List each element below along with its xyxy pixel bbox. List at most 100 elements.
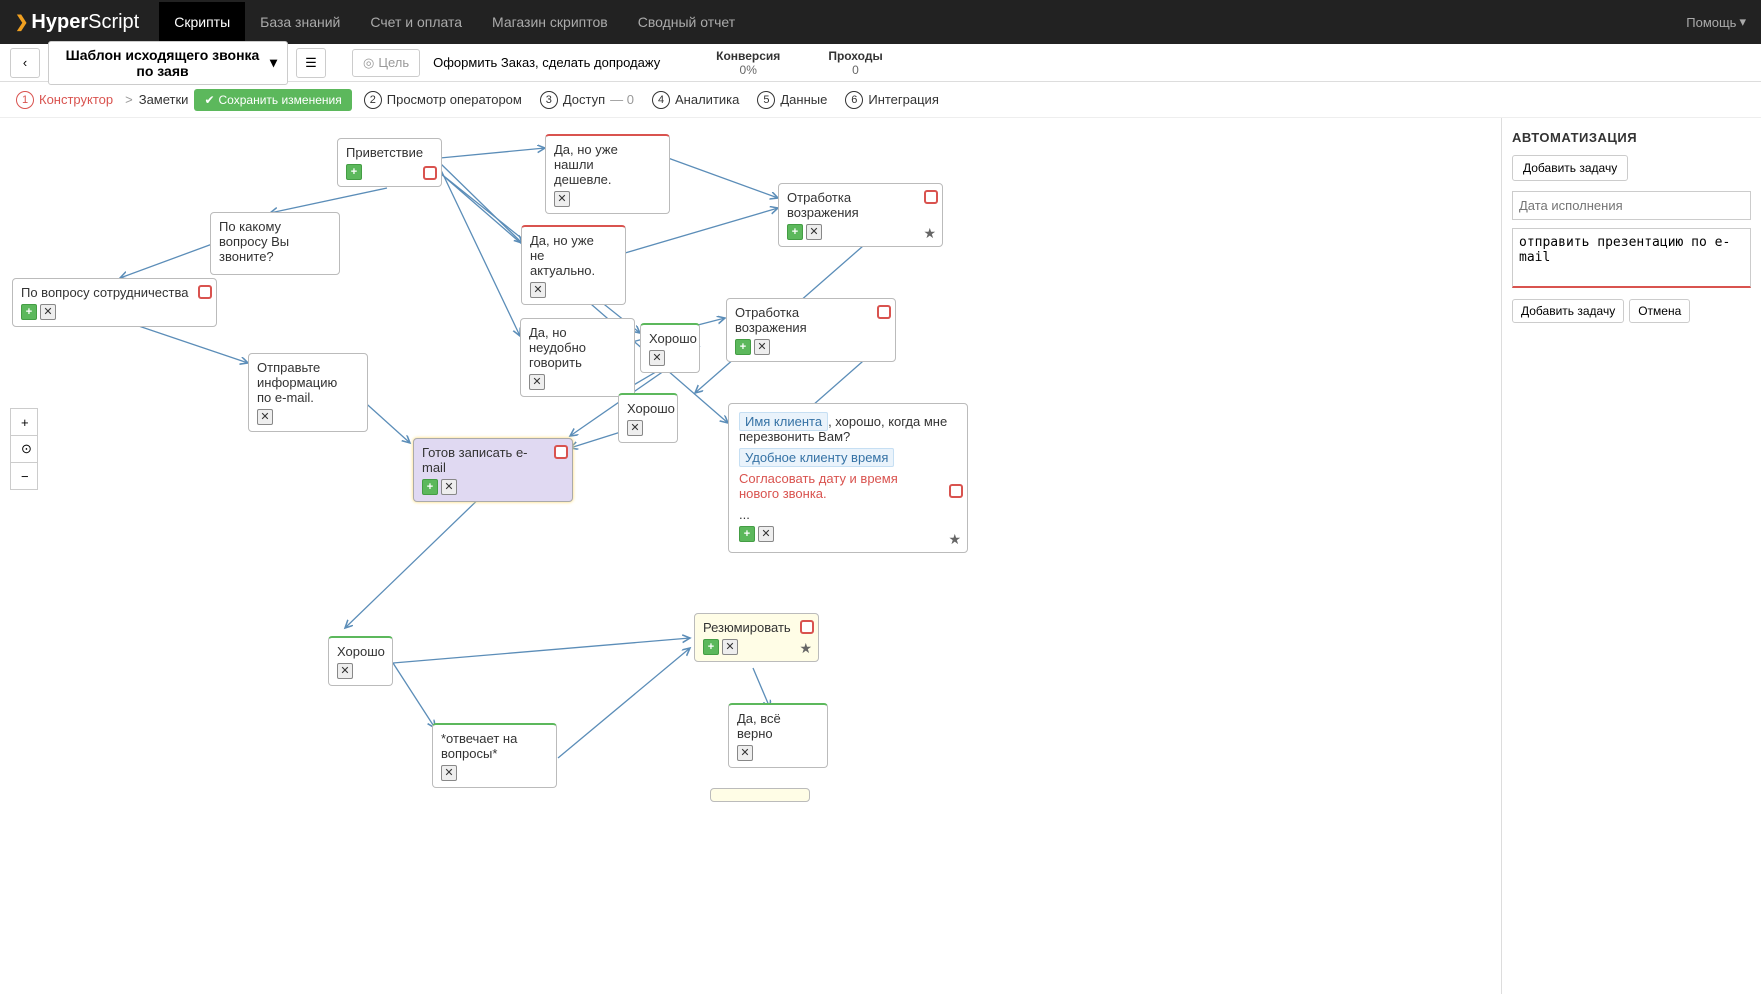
date-input[interactable] xyxy=(1512,191,1751,220)
node-greeting[interactable]: Приветствие + xyxy=(337,138,442,187)
add-icon[interactable]: + xyxy=(735,339,751,355)
node-irrelevant[interactable]: Да, но уже не актуально. ✕ xyxy=(521,225,626,305)
node-ok-2[interactable]: Хорошо ✕ xyxy=(618,393,678,443)
save-label: Сохранить изменения xyxy=(219,93,342,107)
close-icon[interactable]: ✕ xyxy=(806,224,822,240)
step-label: Интеграция xyxy=(868,92,939,107)
connector-handle[interactable] xyxy=(949,484,963,498)
star-icon[interactable]: ★ xyxy=(948,531,961,548)
add-icon[interactable]: + xyxy=(346,164,362,180)
node-resume[interactable]: Резюмировать ★ +✕ xyxy=(694,613,819,662)
step-access[interactable]: 3Доступ— 0 xyxy=(534,91,640,109)
node-objection-2[interactable]: Отработка возражения +✕ xyxy=(726,298,896,362)
connector-handle[interactable] xyxy=(554,445,568,459)
close-icon[interactable]: ✕ xyxy=(649,350,665,366)
add-task-button[interactable]: Добавить задачу xyxy=(1512,155,1628,181)
menu-button[interactable]: ☰ xyxy=(296,48,326,78)
add-icon[interactable]: + xyxy=(21,304,37,320)
confirm-add-task-button[interactable]: Добавить задачу xyxy=(1512,299,1624,323)
sidebar-title: АВТОМАТИЗАЦИЯ xyxy=(1512,130,1751,145)
node-answers[interactable]: *отвечает на вопросы* ✕ xyxy=(432,723,557,788)
task-textarea[interactable] xyxy=(1512,228,1751,288)
toolbar: ‹ Шаблон исходящего звонка по заяв ▾ ☰ ◎… xyxy=(0,44,1761,82)
close-icon[interactable]: ✕ xyxy=(257,409,273,425)
node-callback[interactable]: Имя клиента, хорошо, когда мне перезвони… xyxy=(728,403,968,553)
step-analytics[interactable]: 4Аналитика xyxy=(646,91,745,109)
node-objection-1[interactable]: Отработка возражения ★ +✕ xyxy=(778,183,943,247)
logo-text-thin: Script xyxy=(88,11,139,33)
zoom-in-button[interactable]: + xyxy=(10,408,38,436)
script-title-dropdown[interactable]: Шаблон исходящего звонка по заяв ▾ xyxy=(48,41,288,85)
chevron-left-icon: ‹ xyxy=(23,55,27,70)
metric-label: Конверсия xyxy=(716,49,780,63)
nav-billing[interactable]: Счет и оплата xyxy=(355,2,477,42)
node-ready-email[interactable]: Готов записать e-mail +✕ xyxy=(413,438,573,502)
star-icon[interactable]: ★ xyxy=(799,640,812,657)
step-integration[interactable]: 6Интеграция xyxy=(839,91,945,109)
node-title: Хорошо xyxy=(337,644,384,659)
node-yes-correct[interactable]: Да, всё верно ✕ xyxy=(728,703,828,768)
node-warning: Согласовать дату и время нового звонка. xyxy=(739,471,957,501)
add-icon[interactable]: + xyxy=(787,224,803,240)
canvas[interactable]: + ⊙ − xyxy=(0,118,1501,994)
close-icon[interactable]: ✕ xyxy=(40,304,56,320)
zoom-controls: + ⊙ − xyxy=(10,408,38,489)
zoom-center-button[interactable]: ⊙ xyxy=(10,435,38,463)
access-count: — 0 xyxy=(610,92,634,107)
save-button[interactable]: ✔ Сохранить изменения xyxy=(194,89,351,111)
step-label: Доступ xyxy=(563,92,605,107)
close-icon[interactable]: ✕ xyxy=(441,765,457,781)
step-label: Данные xyxy=(780,92,827,107)
node-send-email[interactable]: Отправьте информацию по e-mail. ✕ xyxy=(248,353,368,432)
zoom-out-button[interactable]: − xyxy=(10,462,38,490)
node-title: Да, всё верно xyxy=(737,711,819,741)
help-dropdown[interactable]: Помощь ▾ xyxy=(1686,14,1746,30)
step-data[interactable]: 5Данные xyxy=(751,91,833,109)
close-icon[interactable]: ✕ xyxy=(737,745,753,761)
close-icon[interactable]: ✕ xyxy=(529,374,545,390)
back-button[interactable]: ‹ xyxy=(10,48,40,78)
close-icon[interactable]: ✕ xyxy=(722,639,738,655)
close-icon[interactable]: ✕ xyxy=(758,526,774,542)
nav-store[interactable]: Магазин скриптов xyxy=(477,2,623,42)
connector-handle[interactable] xyxy=(800,620,814,634)
node-cheaper[interactable]: Да, но уже нашли дешевле. ✕ xyxy=(545,134,670,214)
connector-handle[interactable] xyxy=(924,190,938,204)
node-cooperation[interactable]: По вопросу сотрудничества +✕ xyxy=(12,278,217,327)
variable-tag[interactable]: Удобное клиенту время xyxy=(739,448,894,467)
breadcrumb-notes[interactable]: Заметки xyxy=(139,92,189,107)
close-icon[interactable]: ✕ xyxy=(627,420,643,436)
node-ok-1[interactable]: Хорошо ✕ xyxy=(640,323,700,373)
node-title: Резюмировать xyxy=(703,620,810,635)
chevron-right-icon: ❯ xyxy=(15,12,28,32)
goal-input[interactable] xyxy=(428,50,688,75)
cancel-button[interactable]: Отмена xyxy=(1629,299,1690,323)
connector-handle[interactable] xyxy=(877,305,891,319)
hamburger-icon: ☰ xyxy=(305,55,317,71)
nav-scripts[interactable]: Скрипты xyxy=(159,2,245,42)
sidebar: АВТОМАТИЗАЦИЯ Добавить задачу Добавить з… xyxy=(1501,118,1761,994)
step-constructor[interactable]: 1Конструктор xyxy=(10,91,119,109)
close-icon[interactable]: ✕ xyxy=(530,282,546,298)
add-icon[interactable]: + xyxy=(739,526,755,542)
node-question[interactable]: По какому вопросу Вы звоните? xyxy=(210,212,340,275)
add-icon[interactable]: + xyxy=(422,479,438,495)
connector-handle[interactable] xyxy=(198,285,212,299)
node-bottom[interactable] xyxy=(710,788,810,802)
connector-handle[interactable] xyxy=(423,166,437,180)
nav-knowledge[interactable]: База знаний xyxy=(245,2,355,42)
step-preview[interactable]: 2Просмотр оператором xyxy=(358,91,528,109)
node-inconvenient[interactable]: Да, но неудобно говорить ✕ xyxy=(520,318,635,397)
close-icon[interactable]: ✕ xyxy=(441,479,457,495)
subbar: 1Конструктор > Заметки ✔ Сохранить измен… xyxy=(0,82,1761,118)
node-title: Отработка возражения xyxy=(787,190,934,220)
close-icon[interactable]: ✕ xyxy=(554,191,570,207)
logo[interactable]: ❯ HyperScript xyxy=(15,11,139,34)
nav-report[interactable]: Сводный отчет xyxy=(623,2,750,42)
node-ok-3[interactable]: Хорошо ✕ xyxy=(328,636,393,686)
goal-button[interactable]: ◎ Цель xyxy=(352,49,420,77)
close-icon[interactable]: ✕ xyxy=(754,339,770,355)
star-icon[interactable]: ★ xyxy=(923,225,936,242)
close-icon[interactable]: ✕ xyxy=(337,663,353,679)
add-icon[interactable]: + xyxy=(703,639,719,655)
